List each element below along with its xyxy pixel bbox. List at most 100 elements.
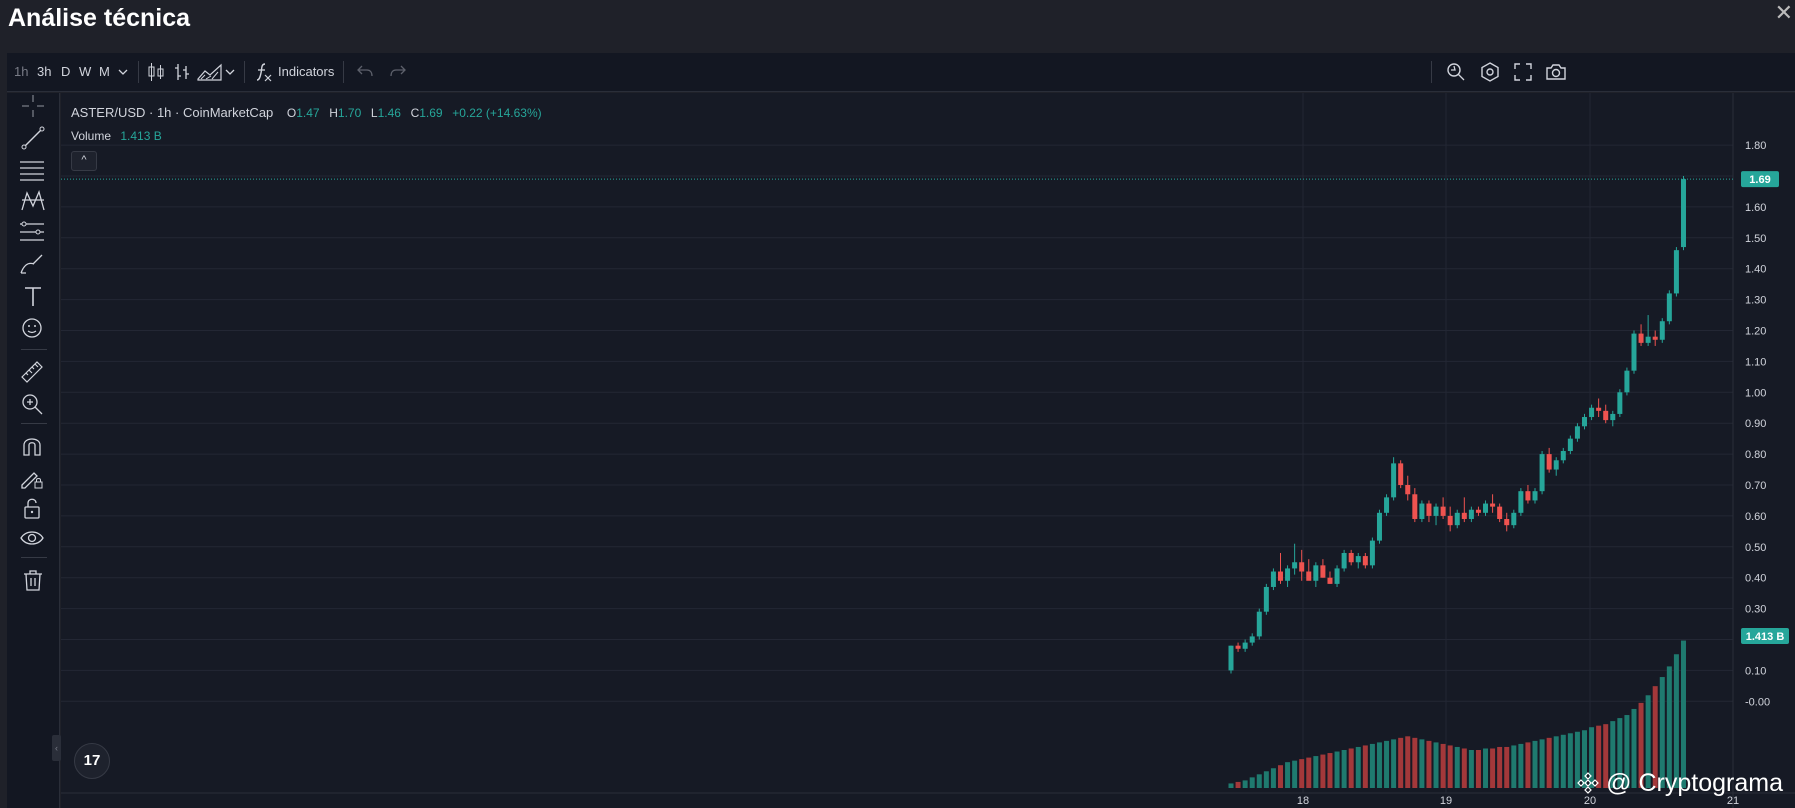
ruler-icon[interactable] [19, 359, 45, 385]
watermark: @ Cryptograma [1577, 769, 1783, 798]
trash-icon[interactable] [20, 567, 46, 593]
volume-bar [1539, 739, 1545, 788]
toolbar-divider [343, 61, 344, 83]
volume-bar [1348, 748, 1354, 788]
y-tick-label: 1.20 [1745, 326, 1766, 338]
candle-body [1497, 506, 1503, 519]
candle-body [1235, 645, 1241, 649]
text-icon[interactable] [20, 283, 46, 309]
volume-bar [1405, 736, 1411, 788]
zoom-in-icon[interactable] [19, 391, 45, 417]
lock-drawing-icon[interactable] [19, 465, 45, 491]
unlock-icon[interactable] [19, 495, 45, 521]
volume-bar [1433, 742, 1439, 788]
y-tick-label: -0.00 [1745, 696, 1770, 708]
volume-legend: Volume 1.413 B [71, 129, 162, 143]
candle-body [1504, 518, 1510, 526]
camera-icon[interactable] [1545, 62, 1567, 82]
candle-body [1525, 491, 1531, 501]
volume-bar [1440, 743, 1446, 788]
drawing-toolbar [7, 93, 60, 808]
symbol-label[interactable]: ASTER/USD · 1h · CoinMarketCap [71, 105, 273, 120]
candle-body [1645, 336, 1651, 343]
chevron-down-icon[interactable] [225, 67, 235, 77]
candle-body [1546, 454, 1552, 470]
candle-body [1228, 645, 1234, 671]
toolbar-divider [21, 423, 47, 424]
candle-body [1341, 552, 1347, 569]
eye-icon[interactable] [19, 525, 47, 551]
pattern-icon[interactable] [19, 188, 47, 214]
collapse-legend-button[interactable]: ^ [71, 151, 97, 171]
volume-bar [1567, 733, 1573, 788]
brush-icon[interactable] [18, 251, 46, 277]
chart-toolbar: 1h 3h D W M Indicators [7, 53, 1795, 92]
x-tick-label: 18 [1297, 795, 1309, 807]
candle-body [1511, 512, 1517, 526]
candle-body [1270, 571, 1276, 587]
candle-body [1447, 515, 1453, 526]
fullscreen-icon[interactable] [1513, 62, 1533, 82]
close-label: C [410, 106, 420, 120]
tradingview-logo[interactable]: 17 [74, 743, 110, 779]
candle-body [1277, 571, 1283, 581]
window-titlebar: Análise técnica ✕ [0, 0, 1795, 46]
candle-body [1306, 571, 1312, 581]
close-icon[interactable]: ✕ [1775, 0, 1793, 26]
interval-3h[interactable]: 3h [37, 64, 51, 79]
last-volume-label: 1.413 B [1746, 631, 1785, 643]
candle-body [1242, 642, 1248, 649]
volume-bar [1525, 742, 1531, 788]
interval-w[interactable]: W [79, 64, 91, 79]
y-tick-label: 0.90 [1745, 418, 1766, 430]
emoji-icon[interactable] [19, 315, 45, 341]
price-chart[interactable]: 1.80 1.70 1.60 1.50 1.40 1.30 1.20 1.10 1.00 0.90… [61, 93, 1795, 808]
volume-value: 1.413 B [120, 129, 162, 143]
volume-bar [1468, 750, 1474, 788]
horizontal-lines-icon[interactable] [18, 157, 46, 183]
volume-bar [1447, 745, 1453, 788]
volume-bar [1249, 777, 1255, 788]
x-tick-label: 19 [1440, 795, 1452, 807]
volume-bar [1518, 743, 1524, 788]
interval-d[interactable]: D [61, 64, 70, 79]
trend-line-icon[interactable] [20, 125, 46, 151]
candle-body [1589, 407, 1595, 418]
volume-bar [1313, 756, 1319, 788]
candle-body [1532, 491, 1538, 501]
undo-icon[interactable] [357, 64, 373, 78]
window-title: Análise técnica [8, 4, 191, 32]
candle-body [1292, 562, 1298, 569]
bars-icon[interactable] [173, 62, 191, 82]
redo-icon[interactable] [390, 64, 406, 78]
indicators-button[interactable]: Indicators [278, 64, 334, 79]
interval-m[interactable]: M [99, 64, 110, 79]
area-chart-icon[interactable] [197, 62, 223, 82]
volume-bar [1546, 737, 1552, 788]
chevron-down-icon[interactable] [118, 67, 128, 77]
candle-body [1483, 503, 1489, 513]
candle-body [1468, 509, 1474, 519]
interval-1h[interactable]: 1h [14, 64, 28, 79]
volume-bar [1341, 750, 1347, 788]
candle-body [1680, 179, 1686, 248]
fib-icon[interactable] [18, 219, 46, 245]
volume-label: Volume [71, 129, 112, 143]
volume-bar [1398, 737, 1404, 788]
magnet-icon[interactable] [19, 433, 45, 459]
candle-body [1673, 250, 1679, 294]
settings-icon[interactable] [1479, 61, 1501, 83]
y-tick-label: 1.80 [1745, 140, 1766, 152]
volume-bar [1270, 768, 1276, 788]
quick-search-icon[interactable] [1445, 61, 1467, 83]
volume-bar [1475, 750, 1481, 788]
y-tick-label: 1.60 [1745, 202, 1766, 214]
candles-icon[interactable] [147, 62, 165, 82]
chart-area[interactable]: 1.80 1.70 1.60 1.50 1.40 1.30 1.20 1.10 1.00 0.90… [61, 93, 1795, 808]
volume-bar [1560, 734, 1566, 788]
collapse-sidebar-handle[interactable]: ‹ [52, 735, 61, 761]
fx-icon[interactable] [255, 61, 273, 83]
y-tick-label: 1.30 [1745, 295, 1766, 307]
crosshair-icon[interactable] [20, 93, 46, 119]
volume-bar [1673, 654, 1679, 788]
